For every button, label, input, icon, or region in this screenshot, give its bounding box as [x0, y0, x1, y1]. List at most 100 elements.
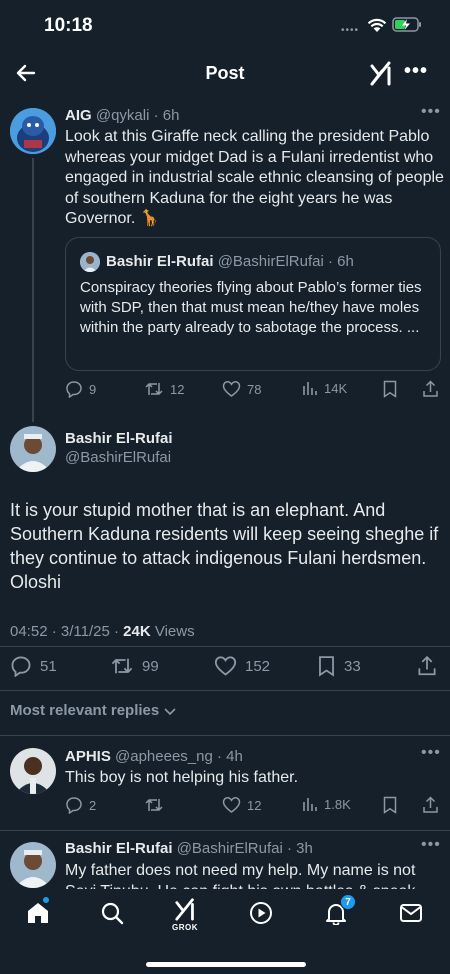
status-bar: 10:18 ••••	[0, 0, 450, 50]
like-count: 78	[247, 381, 262, 397]
reply-count: 2	[89, 797, 97, 813]
author-handle[interactable]: @apheees_ng	[115, 748, 213, 765]
author-handle[interactable]: @BashirElRufai	[65, 449, 173, 466]
reply-button[interactable]: 51	[10, 655, 57, 677]
grok-label: GROK	[172, 923, 198, 932]
reply-button[interactable]: 9	[65, 380, 96, 398]
home-notification-dot	[43, 897, 49, 903]
share-icon[interactable]	[422, 380, 439, 398]
home-icon[interactable]	[26, 901, 50, 925]
repost-button[interactable]	[144, 796, 164, 814]
chevron-down-icon	[163, 704, 177, 718]
views-button[interactable]: 1.8K	[302, 796, 351, 812]
like-button[interactable]: 78	[222, 380, 261, 398]
reply-count: 51	[40, 657, 57, 675]
quoted-post[interactable]: Bashir El-Rufai @BashirElRufai · 6h Cons…	[65, 237, 441, 371]
like-button[interactable]: 152	[214, 655, 270, 677]
reply-icon	[10, 655, 32, 677]
bookmark-button[interactable]: 33	[317, 655, 361, 677]
quoted-post-time: · 6h	[327, 253, 354, 270]
views-count: 14K	[324, 380, 348, 396]
repost-icon	[144, 380, 164, 398]
reply-icon	[65, 380, 83, 398]
post-time: · 6h	[153, 107, 180, 124]
more-options-icon[interactable]: •••	[404, 60, 428, 83]
repost-count: 99	[142, 657, 159, 675]
heart-icon	[214, 655, 237, 677]
bookmark-icon[interactable]	[382, 380, 398, 398]
divider	[0, 830, 450, 831]
grok-icon[interactable]	[174, 897, 198, 921]
views-icon	[302, 796, 318, 812]
search-icon[interactable]	[100, 901, 124, 925]
post-timestamp: 04:52 · 3/11/25 ·	[10, 623, 124, 640]
divider	[0, 735, 450, 736]
main-post-actions: 51 99 152 33	[0, 655, 450, 681]
like-button[interactable]: 12	[222, 796, 261, 814]
top-bar: Post •••	[0, 52, 450, 94]
divider	[0, 646, 450, 647]
quoted-post-text: Conspiracy theories flying about Pablo’s…	[80, 279, 422, 336]
grok-icon[interactable]	[369, 60, 395, 86]
share-icon[interactable]	[417, 655, 437, 677]
quoted-author-handle: @BashirElRufai	[217, 253, 324, 270]
reply-author-line: APHIS @apheees_ng · 4h	[65, 748, 243, 765]
author-handle[interactable]: @qykali	[96, 107, 150, 124]
views-icon	[302, 380, 318, 396]
avatar[interactable]	[10, 842, 56, 888]
avatar[interactable]	[10, 748, 56, 794]
battery-icon	[392, 17, 422, 32]
status-time: 10:18	[44, 15, 93, 36]
replies-sort-dropdown[interactable]: Most relevant replies	[10, 702, 177, 719]
notifications-badge: 7	[340, 894, 356, 910]
quoted-author-name: Bashir El-Rufai	[106, 253, 214, 270]
reply-icon	[65, 796, 83, 814]
reply-time: · 3h	[286, 840, 313, 857]
reply-more-icon[interactable]: •••	[421, 744, 441, 762]
views-label: Views	[150, 623, 195, 640]
heart-icon	[222, 796, 241, 814]
like-count: 12	[247, 797, 262, 813]
divider	[0, 690, 450, 691]
bookmark-icon	[317, 655, 336, 677]
views-count: 24K	[123, 623, 151, 640]
avatar	[80, 252, 100, 272]
share-icon[interactable]	[422, 796, 439, 814]
replies-sort-label: Most relevant replies	[10, 702, 160, 719]
main-post-author: Bashir El-Rufai @BashirElRufai	[65, 430, 173, 466]
bookmark-icon[interactable]	[382, 796, 398, 814]
repost-button[interactable]: 12	[144, 380, 184, 398]
wifi-icon	[367, 17, 387, 33]
heart-icon	[222, 380, 241, 398]
author-name[interactable]: APHIS	[65, 748, 111, 765]
repost-button[interactable]: 99	[110, 655, 159, 677]
views-count: 1.8K	[324, 796, 351, 812]
author-name[interactable]: Bashir El-Rufai	[65, 430, 173, 447]
post-text: Look at this Giraffe neck calling the pr…	[65, 128, 444, 227]
reply-count: 9	[89, 381, 97, 397]
author-handle[interactable]: @BashirElRufai	[177, 840, 283, 857]
reply-time: · 4h	[217, 748, 243, 765]
post-more-icon[interactable]: •••	[421, 103, 441, 121]
reply-text: My father does not need my help. My name…	[65, 862, 416, 890]
author-name[interactable]: Bashir El-Rufai	[65, 840, 173, 857]
mail-icon[interactable]	[399, 901, 423, 925]
reply-actions: 2 12 1.8K	[0, 796, 450, 820]
reply-author-line: Bashir El-Rufai @BashirElRufai · 3h	[65, 840, 313, 857]
main-post-text: It is your stupid mother that is an elep…	[10, 500, 439, 592]
cellular-signal-icon: ••••	[341, 25, 360, 36]
views-button[interactable]: 14K	[302, 380, 347, 396]
home-indicator	[146, 962, 306, 967]
avatar[interactable]	[10, 108, 56, 154]
quoted-author-line: Bashir El-Rufai @BashirElRufai · 6h	[106, 253, 354, 270]
post-author-line: AIG @qykali · 6h	[65, 107, 179, 124]
repost-icon	[144, 796, 164, 814]
avatar[interactable]	[10, 426, 56, 472]
repost-count: 12	[170, 381, 185, 397]
bookmark-count: 33	[344, 657, 361, 675]
reply-button[interactable]: 2	[65, 796, 96, 814]
play-icon[interactable]	[249, 901, 273, 925]
reply-text: This boy is not helping his father.	[65, 769, 299, 786]
reply-more-icon[interactable]: •••	[421, 836, 441, 854]
author-name[interactable]: AIG	[65, 107, 92, 124]
